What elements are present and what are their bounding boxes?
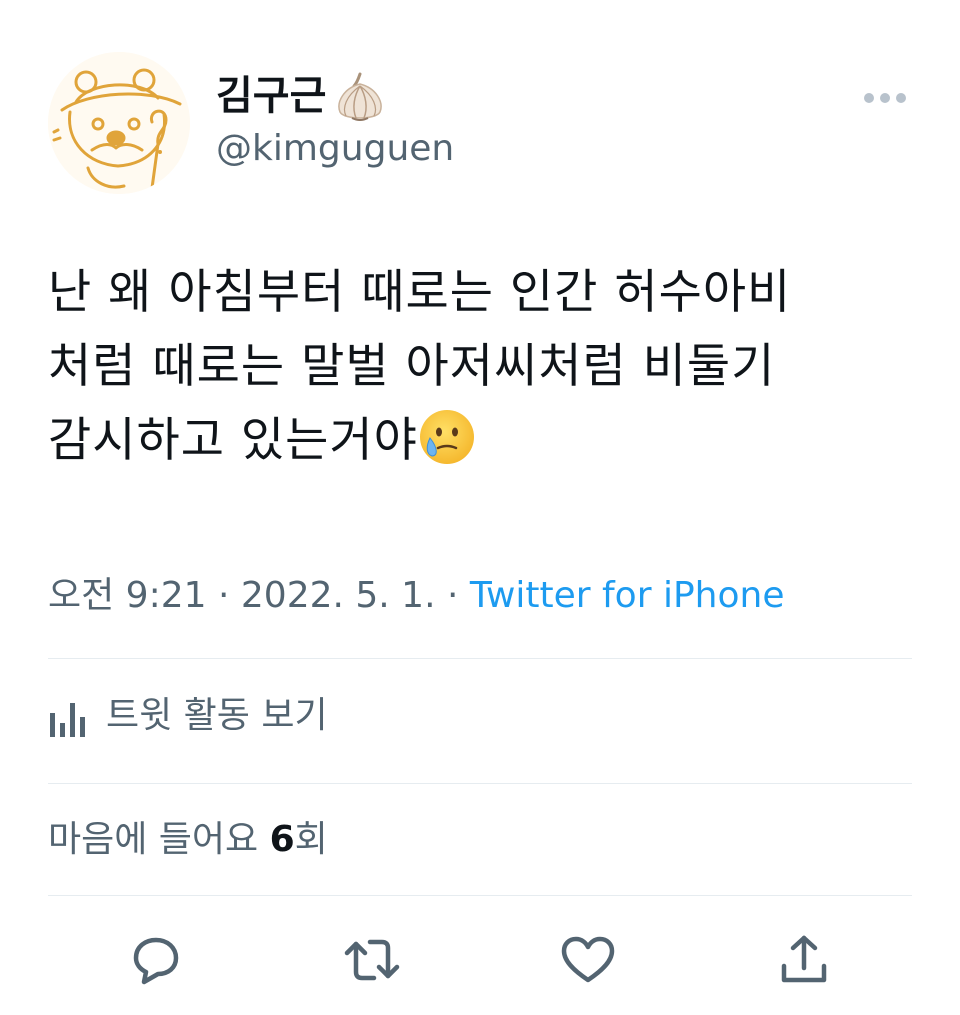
meta-separator: ·: [447, 575, 459, 616]
view-tweet-activity-button[interactable]: 트윗 활동 보기: [48, 692, 328, 740]
tweet-date: 2022. 5. 1.: [240, 575, 436, 616]
reply-icon: [133, 937, 179, 985]
divider: [48, 783, 912, 784]
meta-separator: ·: [217, 575, 230, 616]
tweet-detail: 김구근 @kimguguen 난 왜 아침부터 때로는 인간 허수아비 처럼 때…: [0, 0, 960, 1015]
like-button[interactable]: [556, 930, 620, 990]
garlic-icon: [338, 72, 383, 121]
retweet-icon: [344, 939, 400, 981]
avatar-illustration: [48, 52, 190, 194]
analytics-icon: [50, 703, 85, 737]
likes-count-link[interactable]: 마음에 들어요 6회: [48, 816, 328, 864]
avatar[interactable]: [48, 52, 190, 194]
share-button[interactable]: [772, 930, 836, 990]
more-options-icon[interactable]: [860, 84, 910, 112]
tweet-text: 난 왜 아침부터 때로는 인간 허수아비 처럼 때로는 말벌 아저씨처럼 비둘기…: [48, 256, 918, 478]
display-name-text: 김구근: [216, 73, 327, 119]
retweet-button[interactable]: [340, 930, 404, 990]
tweet-line-last: 감시하고 있는거야: [48, 404, 918, 478]
tweet-meta: 오전 9:21 · 2022. 5. 1. · Twitter for iPho…: [48, 572, 784, 620]
share-icon: [781, 935, 827, 983]
tweet-source-link[interactable]: Twitter for iPhone: [470, 575, 785, 616]
likes-count: 6: [269, 819, 295, 860]
reply-button[interactable]: [124, 930, 188, 990]
likes-prefix: 마음에 들어요: [48, 819, 270, 860]
face-holding-back-tears-icon: [419, 410, 474, 464]
activity-label: 트윗 활동 보기: [106, 695, 328, 736]
divider: [48, 895, 912, 896]
likes-suffix: 회: [294, 819, 328, 860]
tweet-line: 난 왜 아침부터 때로는 인간 허수아비: [48, 265, 792, 320]
tweet-line-text: 감시하고 있는거야: [48, 413, 418, 468]
user-handle[interactable]: @kimguguen: [216, 126, 454, 172]
like-icon: [561, 936, 615, 983]
tweet-time: 오전 9:21: [48, 575, 207, 616]
divider: [48, 658, 912, 659]
display-name[interactable]: 김구근: [216, 70, 390, 122]
tweet-line: 처럼 때로는 말벌 아저씨처럼 비둘기: [48, 339, 776, 394]
